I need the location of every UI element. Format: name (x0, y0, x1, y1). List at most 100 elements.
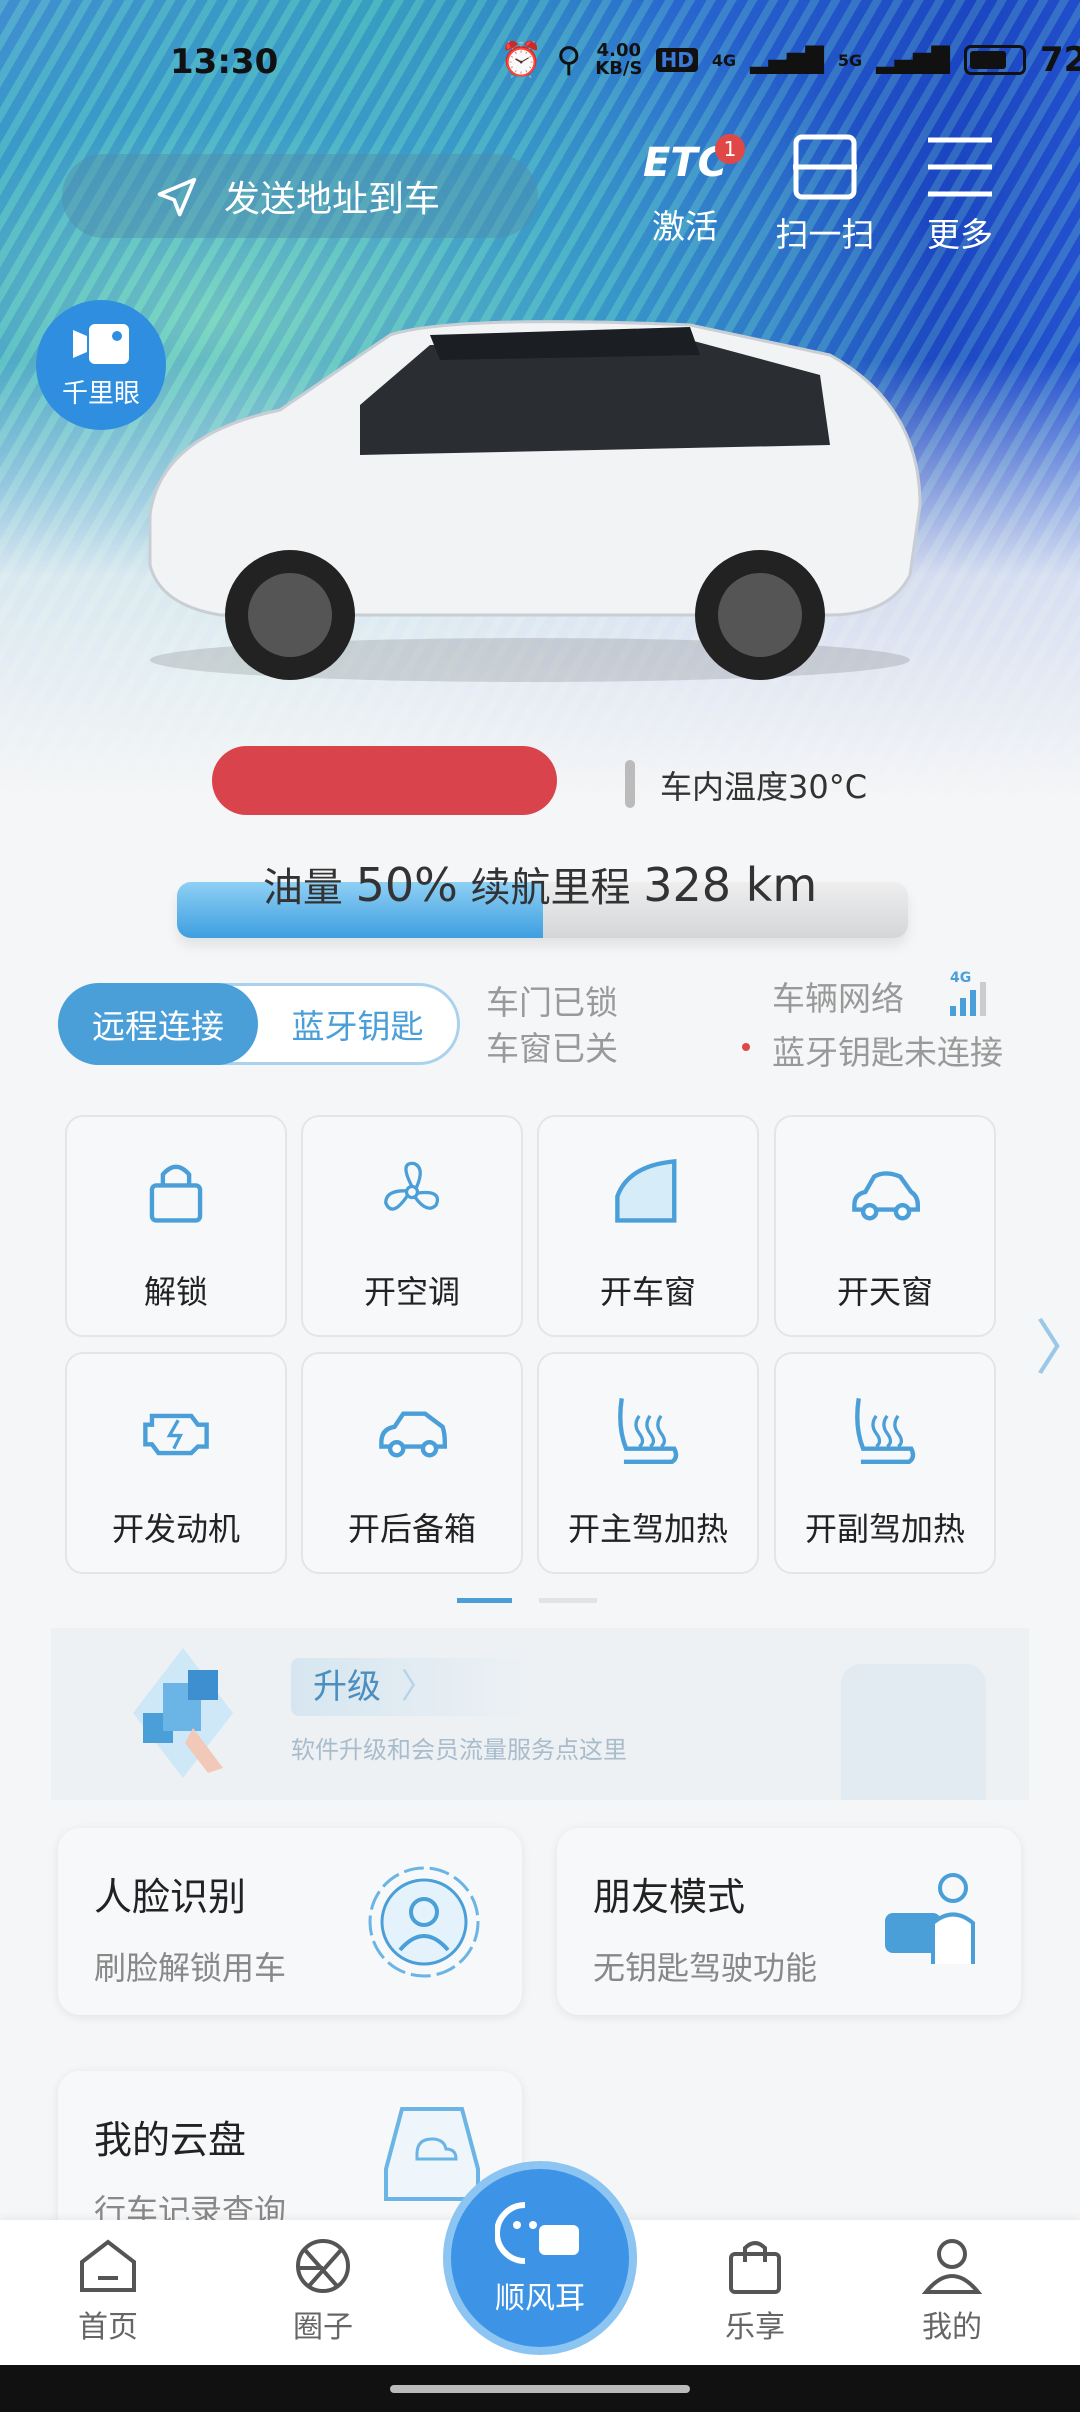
control-lock-button[interactable]: 解锁 (65, 1115, 287, 1337)
camera-icon (73, 324, 129, 364)
control-label: 开主驾加热 (567, 1510, 728, 1548)
battery-percent: 72% (1040, 40, 1080, 80)
control-window-button[interactable]: 开车窗 (537, 1115, 759, 1337)
control-label: 开车窗 (599, 1273, 696, 1311)
network-signal-icon: 4G (950, 970, 1000, 1018)
control-seat-heat-button[interactable]: 开主驾加热 (537, 1352, 759, 1574)
hd-icon: HD (656, 48, 698, 72)
control-engine-button[interactable]: 开发动机 (65, 1352, 287, 1574)
window-status: 车窗已关 (486, 1029, 618, 1068)
upgrade-title: 升级〉 (291, 1658, 531, 1716)
tab-bluetooth-key[interactable]: 蓝牙钥匙 (258, 986, 457, 1062)
scan-icon (793, 134, 857, 200)
location-icon: ⚲ (556, 40, 582, 80)
chevron-right-icon: 〉 (401, 1667, 435, 1707)
control-label: 开后备箱 (347, 1510, 476, 1548)
nav-enjoy[interactable]: 乐享 (685, 2238, 825, 2346)
nav-label: 乐享 (725, 2310, 785, 2345)
nav-label: 我的 (922, 2310, 982, 2345)
control-label: 开发动机 (111, 1510, 240, 1548)
more-label: 更多 (927, 215, 993, 254)
lock-icon (149, 1164, 203, 1223)
network-type: 4G (950, 970, 972, 986)
net-speed: 4.00 KB/S (595, 42, 642, 78)
face-recognition-card[interactable]: 人脸识别 刷脸解锁用车 (58, 1828, 522, 2015)
sunroof-icon (852, 1171, 920, 1221)
face-id-icon (368, 1866, 480, 1978)
menu-icon (928, 137, 992, 197)
window-icon (615, 1158, 677, 1223)
send-icon (157, 177, 197, 217)
lock-status: 车门已锁 车窗已关 (486, 980, 618, 1072)
signal-icon: ▂▄▆█ (876, 46, 950, 74)
fan-icon (384, 1161, 439, 1211)
send-address-label: 发送地址到车 (224, 179, 441, 220)
control-label: 解锁 (143, 1273, 208, 1311)
battery-icon (964, 45, 1026, 75)
home-indicator[interactable] (390, 2385, 690, 2393)
etc-button[interactable]: ETC 1 激活 (625, 134, 745, 248)
speed-unit: KB/S (595, 58, 643, 79)
nav-me[interactable]: 我的 (882, 2238, 1022, 2346)
status-time: 13:30 (170, 42, 279, 82)
range-value: 328 km (643, 858, 818, 912)
nav-shunfenger-button[interactable]: 顺风耳 (443, 2161, 637, 2355)
control-label: 开副驾加热 (804, 1510, 965, 1548)
nav-label: 顺风耳 (495, 2281, 585, 2316)
nav-label: 首页 (78, 2310, 138, 2345)
redacted-plate (212, 746, 557, 815)
control-label: 开空调 (363, 1273, 460, 1311)
bluetooth-status: 蓝牙钥匙未连接 (772, 1033, 1003, 1072)
user-icon (921, 2239, 983, 2294)
network-label: 车辆网络 (772, 979, 904, 1018)
control-label: 开天窗 (836, 1273, 933, 1311)
aperture-icon (296, 2239, 350, 2293)
nav-circle[interactable]: 圈子 (253, 2238, 393, 2346)
system-nav-bar (0, 2365, 1080, 2412)
signal-icon: ▂▄▆█ (750, 46, 824, 74)
fuel-value: 50% (355, 858, 458, 912)
signal-4g: 4G (711, 50, 737, 70)
etc-badge: 1 (715, 134, 745, 164)
bt-status-dot (742, 1043, 750, 1051)
upgrade-banner[interactable]: 升级〉 软件升级和会员流量服务点这里 (51, 1628, 1029, 1800)
shopping-illustration-icon (133, 1648, 233, 1778)
status-icons: ⏰ ⚲ 4.00KB/S HD 4G ▂▄▆█ 5G ▂▄▆█ 72% (500, 40, 1080, 80)
thermometer-icon (625, 760, 635, 808)
chat-icon (494, 2202, 579, 2264)
scan-label: 扫一扫 (775, 215, 875, 254)
seat-heat-icon (855, 1398, 916, 1464)
range-label: 续航里程 (470, 865, 631, 911)
upgrade-subtitle: 软件升级和会员流量服务点这里 (291, 1736, 627, 1764)
shopping-bag-icon (729, 2241, 781, 2294)
seat-heat-icon (618, 1398, 679, 1464)
control-seat-heat-button[interactable]: 开副驾加热 (774, 1352, 996, 1574)
nav-label: 圈子 (293, 2310, 353, 2345)
car-image (148, 320, 922, 682)
connection-toggle: 远程连接 蓝牙钥匙 (58, 983, 460, 1065)
store-icon (841, 1664, 986, 1800)
inside-temperature: 车内温度30°C (660, 768, 868, 806)
upgrade-title-text: 升级 (313, 1667, 381, 1707)
chevron-right-icon[interactable]: 〉 (1035, 1300, 1080, 1387)
engine-icon (143, 1413, 209, 1456)
fuel-range-text: 油量 50% 续航里程 328 km (0, 855, 1080, 913)
trunk-icon (379, 1411, 447, 1458)
fuel-label: 油量 (262, 865, 343, 911)
alarm-icon: ⏰ (500, 40, 543, 80)
home-icon (80, 2239, 136, 2292)
friend-mode-card[interactable]: 朋友模式 无钥匙驾驶功能 (557, 1828, 1021, 2015)
page-indicator-active[interactable] (457, 1598, 512, 1603)
page-indicator[interactable] (539, 1598, 597, 1603)
tab-remote[interactable]: 远程连接 (58, 983, 258, 1065)
send-address-button[interactable]: 发送地址到车 (62, 154, 538, 238)
control-sunroof-button[interactable]: 开天窗 (774, 1115, 996, 1337)
nav-home[interactable]: 首页 (38, 2238, 178, 2346)
control-trunk-button[interactable]: 开后备箱 (301, 1352, 523, 1574)
control-fan-button[interactable]: 开空调 (301, 1115, 523, 1337)
scan-button[interactable]: 扫一扫 (765, 134, 885, 256)
signal-5g: 5G (837, 50, 863, 70)
etc-label: 激活 (652, 207, 718, 246)
more-button[interactable]: 更多 (900, 134, 1020, 256)
door-status: 车门已锁 (486, 983, 618, 1022)
